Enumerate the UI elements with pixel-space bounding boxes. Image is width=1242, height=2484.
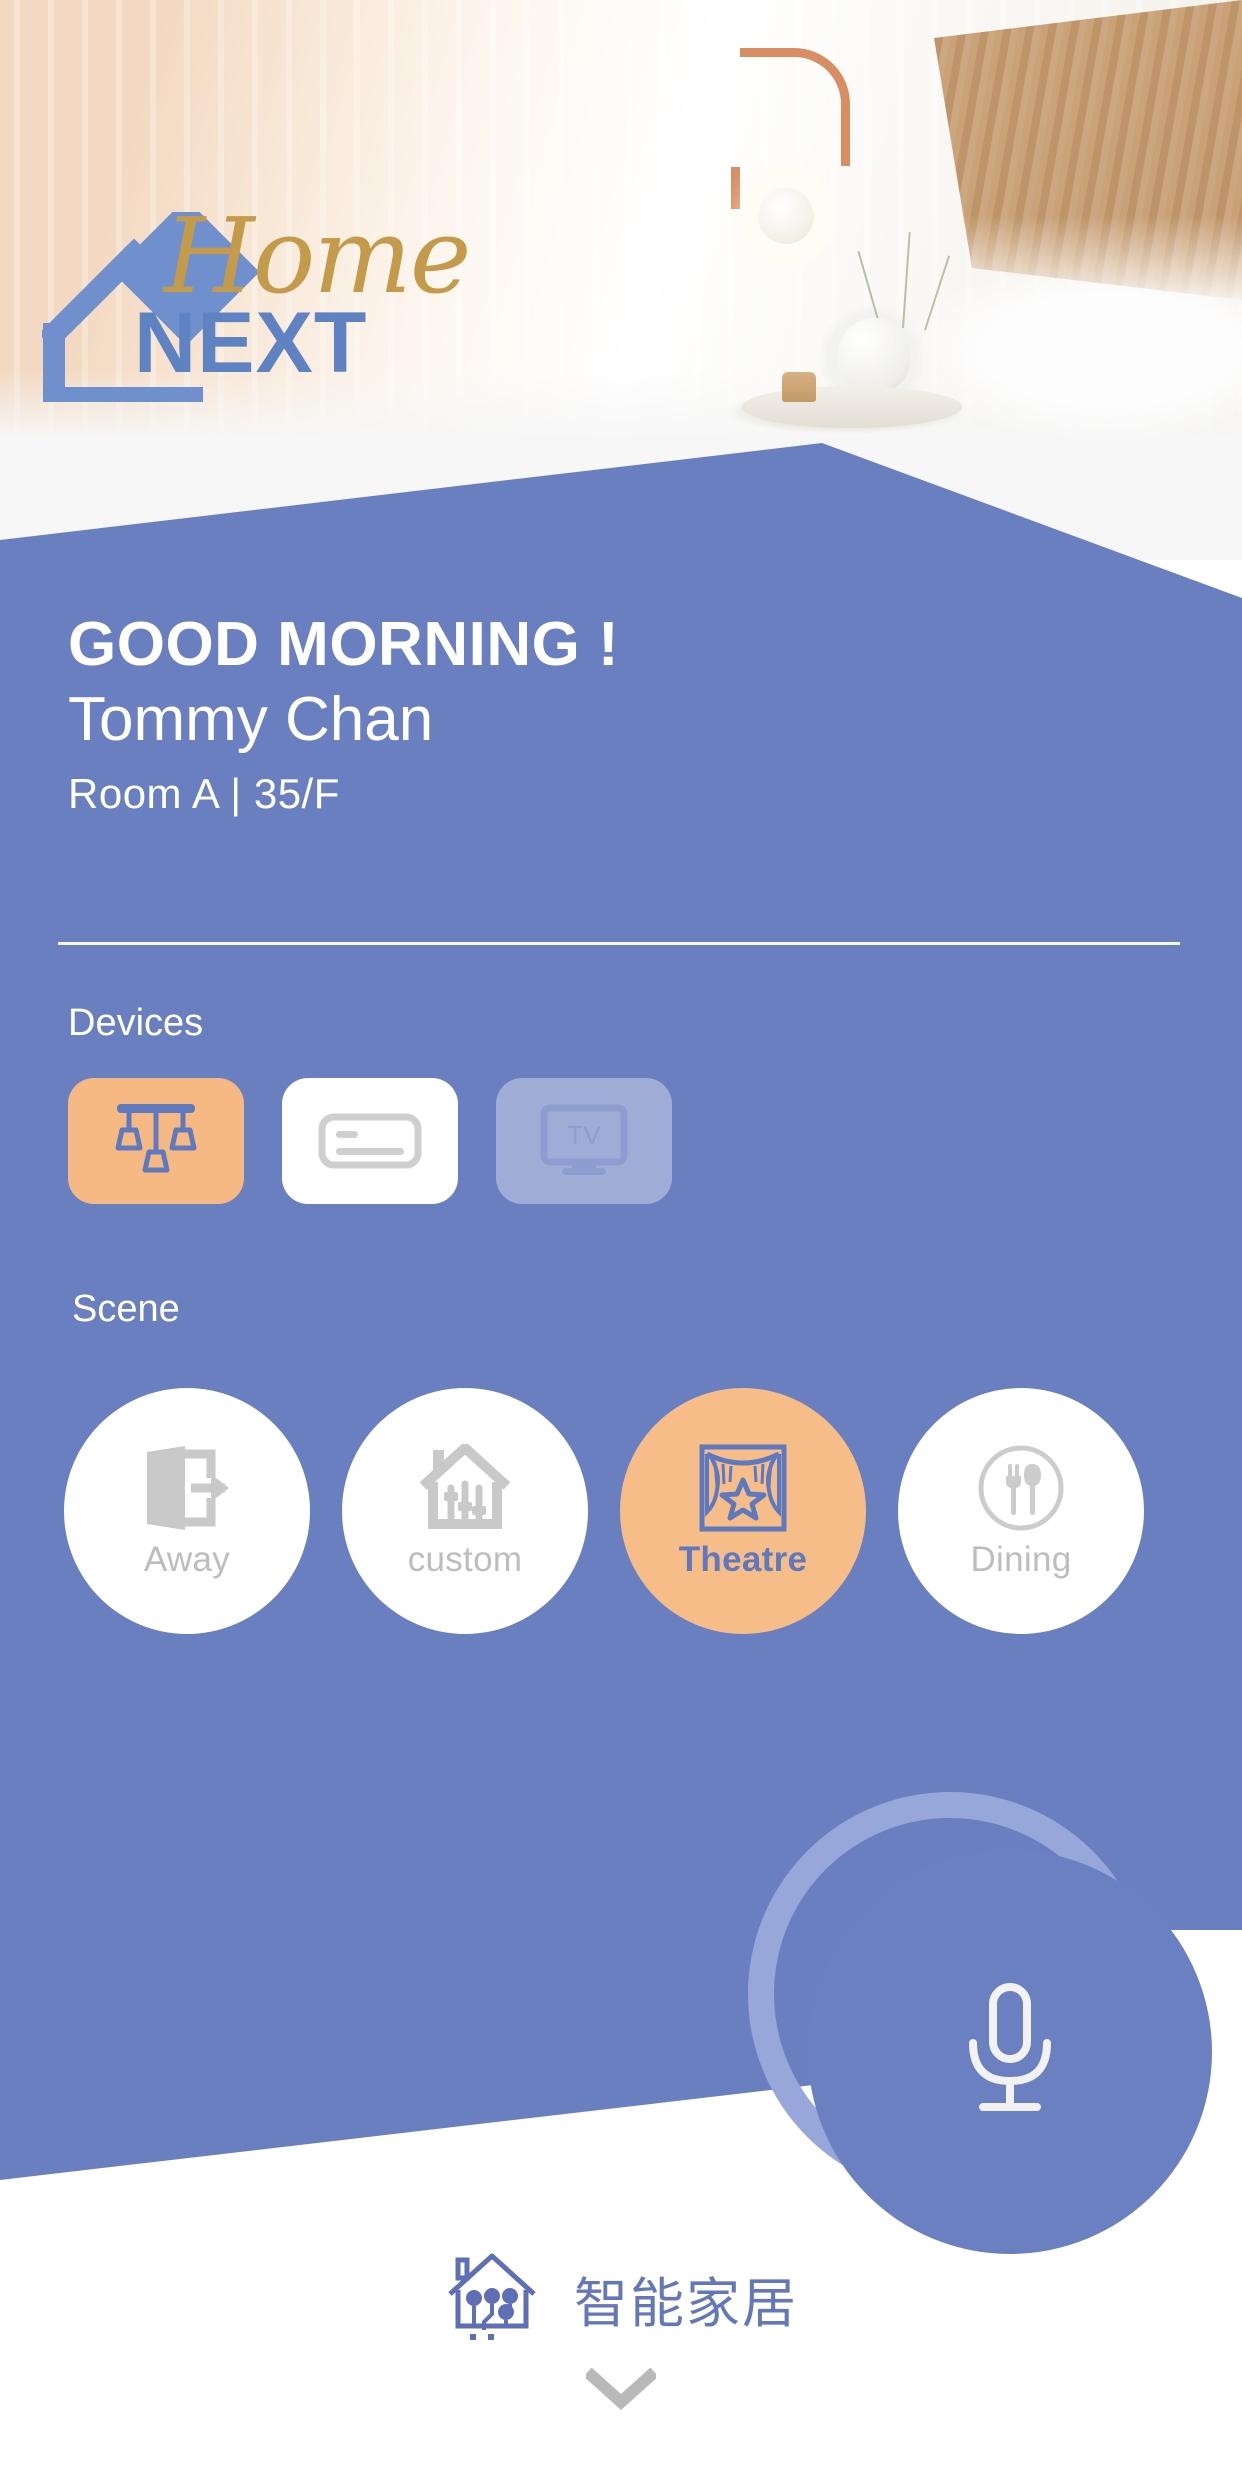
devices-list: TV (68, 1078, 672, 1204)
scene-icon-wrap (141, 1442, 233, 1534)
greeting-username: Tommy Chan (68, 685, 434, 755)
scene-label-custom: custom (407, 1540, 523, 1579)
scene-item-theatre[interactable]: Theatre (620, 1388, 866, 1634)
scene-label-away: Away (143, 1540, 231, 1579)
stage-curtain-star-icon (699, 1444, 787, 1532)
device-tile-light[interactable] (68, 1078, 244, 1204)
greeting-salutation: GOOD MORNING ! (68, 610, 620, 679)
microphone-icon (969, 1983, 1051, 2111)
tv-icon-label: TV (567, 1120, 601, 1150)
logo-bold-word: NEXT (134, 295, 368, 391)
vase-decor (838, 318, 910, 394)
tv-icon: TV (540, 1104, 628, 1175)
lamp-bulb-decor (758, 188, 814, 244)
scene-icon-wrap (419, 1442, 511, 1534)
air-conditioner-icon (318, 1113, 422, 1169)
bottom-bar-label: 智能家居 (574, 2271, 798, 2335)
scene-item-dining[interactable]: Dining (898, 1388, 1144, 1634)
device-tile-tv[interactable]: TV (496, 1078, 672, 1204)
door-exit-icon (147, 1446, 229, 1530)
greeting-location: Room A | 35/F (68, 770, 340, 818)
logo-script-word: Home (164, 195, 471, 317)
scene-item-away[interactable]: Away (64, 1388, 310, 1634)
lamp-arm-decor (731, 48, 850, 209)
device-tile-air-conditioner[interactable] (282, 1078, 458, 1204)
scene-section-label: Scene (72, 1288, 180, 1330)
scene-item-custom[interactable]: custom (342, 1388, 588, 1634)
scene-icon-wrap (697, 1442, 789, 1534)
scene-list: Away custom Theatre Dining (64, 1388, 1144, 1634)
cork-decor (782, 372, 816, 402)
pendant-lights-icon (115, 1104, 197, 1173)
app-root: Home NEXT GOOD MORNING ! Tommy Chan Room… (0, 0, 1242, 2484)
brand-logo: Home NEXT (42, 204, 471, 402)
scene-label-theatre: Theatre (678, 1540, 808, 1579)
tray-decor (742, 386, 962, 428)
smart-home-circuit-icon (448, 2253, 536, 2340)
chevron-down-icon[interactable] (583, 2367, 659, 2417)
bottom-bar-row[interactable]: 智能家居 (444, 2250, 798, 2346)
scene-label-dining: Dining (970, 1540, 1072, 1579)
bottom-bar: 智能家居 (0, 2250, 1242, 2417)
microphone-button[interactable] (808, 1850, 1212, 2254)
header-divider (58, 942, 1180, 945)
devices-section-label: Devices (68, 1002, 204, 1044)
scene-icon-wrap (975, 1442, 1067, 1534)
greeting-block: GOOD MORNING ! Tommy Chan Room A | 35/F (68, 612, 619, 818)
house-sliders-icon (419, 1444, 511, 1529)
fork-spoon-circle-icon (978, 1445, 1064, 1531)
